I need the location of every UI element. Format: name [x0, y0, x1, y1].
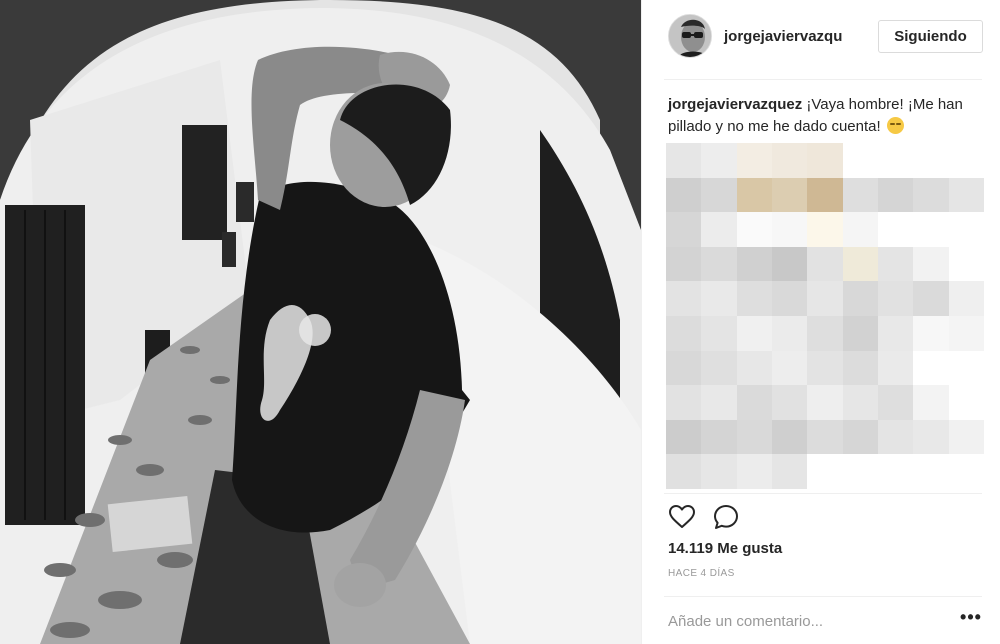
post-side-panel: jorgejaviervazqu Siguiendo jorgejavierva…: [641, 0, 1000, 644]
heart-icon[interactable]: [668, 503, 696, 531]
actions-divider: [664, 493, 982, 494]
following-button[interactable]: Siguiendo: [878, 20, 983, 53]
comment-divider: [664, 596, 982, 597]
header-divider: [664, 79, 982, 80]
avatar-illustration: [669, 15, 711, 57]
relieved-face-emoji-icon: [886, 117, 904, 134]
speech-bubble-icon[interactable]: [712, 503, 740, 531]
post-timestamp[interactable]: HACE 4 DÍAS: [668, 568, 735, 579]
post-photo-illustration: [0, 0, 641, 644]
add-comment-input[interactable]: [668, 610, 938, 632]
post-actions: [668, 503, 788, 531]
more-options-button[interactable]: •••: [960, 608, 982, 630]
likes-count[interactable]: 14.119 Me gusta: [668, 540, 782, 557]
author-avatar[interactable]: [668, 14, 712, 58]
post-header: jorgejaviervazqu Siguiendo: [642, 0, 1000, 79]
caption-username[interactable]: jorgejaviervazquez: [668, 96, 802, 113]
post-caption: jorgejaviervazquez ¡Vaya hombre! ¡Me han…: [668, 94, 978, 138]
post-photo[interactable]: [0, 0, 641, 644]
blurred-comments: [666, 143, 984, 489]
author-username[interactable]: jorgejaviervazqu: [724, 28, 842, 45]
